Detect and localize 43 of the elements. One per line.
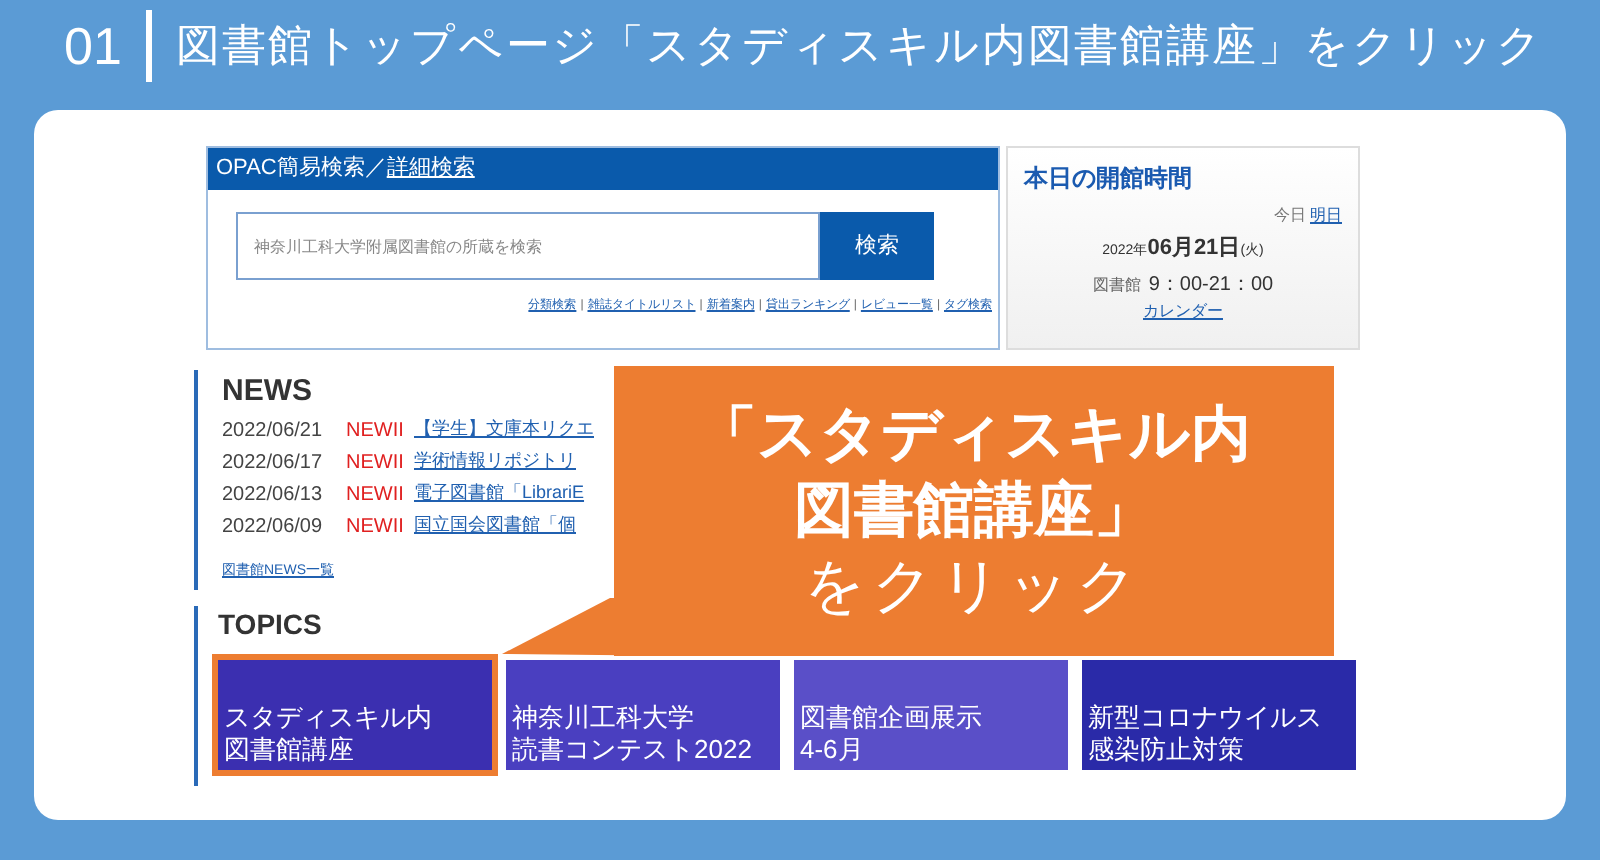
news-date: 2022/06/21 [222,417,325,445]
banner-caption: 感染防止対策 [1088,734,1246,766]
opac-title: OPAC簡易検索 [216,153,365,185]
step-number: 01 [64,20,122,72]
news-date: 2022/06/09 [222,513,325,541]
day-tab[interactable]: 今日 [1274,204,1306,228]
header-title: 図書館トップページ「スタディスキル内図書館講座」をクリック [175,24,1544,68]
banner-caption: 神奈川工科大学 [512,702,696,734]
news-headline-link[interactable]: 国立国会図書館「個 [414,512,576,540]
banner-caption: 4-6月 [800,734,866,766]
callout-text: をクリック [804,551,1144,623]
new-label: NEWII [346,513,406,541]
news-heading: NEWS [222,374,314,410]
news-headline-link[interactable]: 【学生】文庫本リクエ [414,416,594,444]
banner-caption: スタディスキル内 [224,702,434,734]
news-headline-link[interactable]: 電子図書館「LibrariE [414,480,585,508]
topic-banner[interactable]: スタディスキル内 図書館講座 [218,660,492,770]
search-button[interactable]: 検索 [820,212,934,280]
banner-caption: 図書館企画展示 [800,702,984,734]
banner-caption: 新型コロナウイルス [1088,702,1324,734]
news-date: 2022/06/13 [222,481,325,509]
callout-text: 図書館講座」 [794,475,1154,547]
hours-place: 図書館 [1092,273,1141,297]
news-date: 2022/06/17 [222,449,325,477]
date-day: 06月21日 [1147,232,1241,265]
new-label: NEWII [346,417,406,445]
hours-title: 本日の開館時間 [1024,162,1194,196]
news-headline-link[interactable]: 学術情報リポジトリ [414,448,576,476]
calendar-link[interactable]: カレンダー [1143,299,1223,323]
topic-banner[interactable]: 図書館企画展示 4-6月 [794,660,1068,770]
callout-text: 「スタディスキル内 [697,399,1251,471]
advanced-search-link[interactable]: 詳細検索 [386,152,475,186]
day-tab[interactable]: 明日 [1310,204,1342,228]
new-label: NEWII [346,449,406,477]
topic-banner[interactable]: 新型コロナウイルス 感染防止対策 [1082,660,1356,770]
new-label: NEWII [346,481,406,509]
topic-banner[interactable]: 神奈川工科大学 読書コンテスト2022 [506,660,780,770]
banner-caption: 読書コンテスト2022 [512,734,754,766]
title-separator: ／ [364,154,387,185]
topics-heading: TOPICS [218,606,322,642]
banner-caption: 図書館講座 [224,734,356,766]
hours-time: 9：00-21：00 [1148,271,1274,299]
search-field[interactable]: 神奈川工科大学附属図書館の所蔵を検索 [236,212,820,280]
